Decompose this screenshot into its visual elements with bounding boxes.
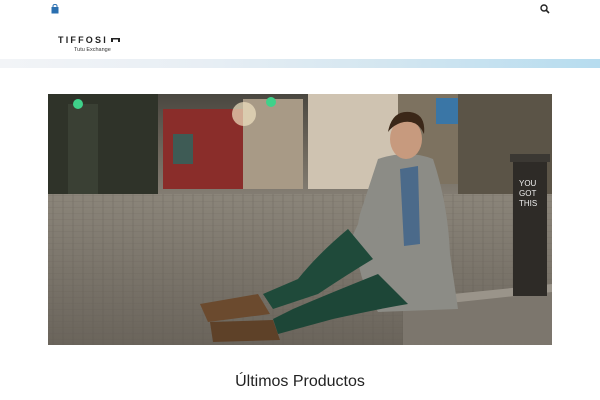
logo-brand: TIFFOSI <box>58 35 108 45</box>
shopping-bag-icon[interactable] <box>51 4 59 14</box>
sign-text-2: GOT <box>519 189 536 198</box>
sign-text-1: YOU <box>519 179 537 188</box>
hero-banner: YOU GOT THIS <box>48 94 552 345</box>
logo-tagline: Tutu Exchange <box>74 47 111 53</box>
hero-image: YOU GOT THIS <box>48 94 552 345</box>
section-title: Últimos Productos <box>235 373 365 390</box>
top-bar <box>0 0 600 20</box>
sewing-machine-icon <box>111 38 120 42</box>
header-gradient-band <box>0 59 600 68</box>
site-logo[interactable]: TIFFOSI Tutu Exchange <box>58 35 128 55</box>
search-icon[interactable] <box>540 4 550 14</box>
sign-text-3: THIS <box>519 199 537 208</box>
